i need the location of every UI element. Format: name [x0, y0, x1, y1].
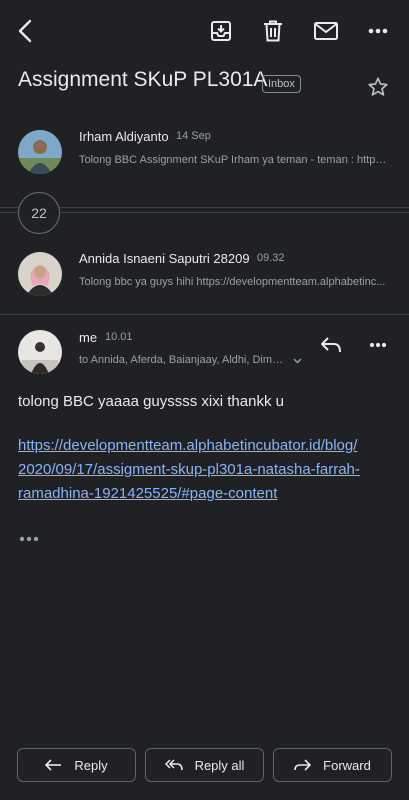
more-horizontal-icon [19, 536, 39, 542]
message-more-button[interactable] [364, 332, 392, 358]
archive-icon [211, 21, 231, 41]
link-line: https://developmentteam.alphabetincubato… [18, 437, 358, 454]
mail-icon [314, 22, 338, 40]
inbox-label-badge[interactable]: Inbox [262, 75, 301, 93]
recipients-text: to Annida, Aferda, Baianjaay, Aldhi, Dim… [79, 354, 289, 366]
avatar [18, 252, 62, 296]
link-line: ramadhina-1921425525/#page-content [18, 485, 278, 502]
avatar [18, 130, 62, 174]
message-divider [0, 314, 409, 315]
reply-message-button[interactable] [316, 331, 346, 359]
archive-button[interactable] [206, 16, 236, 46]
message-snippet: Tolong bbc ya guys hihi https://developm… [79, 276, 386, 288]
reply-all-button-label: Reply all [194, 757, 245, 773]
thread-subject: Assignment SKuP PL301A [18, 68, 268, 91]
sender-name: Annida Isnaeni Saputri 28209 [79, 251, 250, 266]
more-horizontal-icon [368, 28, 388, 34]
reply-all-button[interactable]: Reply all [145, 748, 264, 782]
arrow-back-icon [18, 19, 32, 43]
more-horizontal-icon [369, 342, 387, 348]
message-body: tolong BBC yaaaa guyssss xixi thankk u [18, 393, 284, 410]
more-options-button[interactable] [362, 16, 394, 46]
forward-button-label: Forward [323, 757, 371, 773]
collapsed-divider-line [0, 207, 409, 208]
back-button[interactable] [10, 14, 40, 48]
message-link[interactable]: https://developmentteam.alphabetincubato… [18, 434, 388, 506]
avatar [18, 330, 62, 374]
recipients-toggle[interactable]: to Annida, Aferda, Baianjaay, Aldhi, Dim… [79, 354, 309, 372]
forward-icon [294, 759, 312, 771]
star-button[interactable] [366, 75, 390, 99]
reply-icon [321, 337, 341, 353]
star-icon [368, 77, 388, 96]
chevron-down-icon [293, 358, 302, 364]
show-trimmed-content-button[interactable] [17, 532, 41, 546]
top-app-bar [0, 0, 409, 62]
forward-button[interactable]: Forward [273, 748, 392, 782]
reply-button[interactable]: Reply [17, 748, 136, 782]
message-snippet: Tolong BBC Assignment SKuP Irham ya tema… [79, 154, 389, 166]
delete-button[interactable] [258, 16, 288, 46]
link-line: 2020/09/17/assigment-skup-pl301a-natasha… [18, 461, 360, 478]
collapsed-messages-count[interactable]: 22 [18, 192, 60, 234]
collapsed-divider-line [0, 212, 409, 213]
message-item[interactable]: Annida Isnaeni Saputri 28209 09.32 Tolon… [0, 242, 409, 312]
trash-icon [264, 20, 282, 42]
message-time: 14 Sep [176, 130, 211, 142]
reply-icon [45, 759, 62, 771]
message-time: 09.32 [257, 252, 285, 264]
sender-name: Irham Aldiyanto [79, 129, 169, 144]
message-item[interactable]: Irham Aldiyanto 14 Sep Tolong BBC Assign… [0, 120, 409, 190]
reply-button-label: Reply [74, 757, 108, 773]
message-time: 10.01 [105, 331, 133, 343]
reply-all-icon [164, 759, 183, 771]
sender-name: me [79, 330, 98, 345]
mark-unread-button[interactable] [310, 16, 342, 46]
